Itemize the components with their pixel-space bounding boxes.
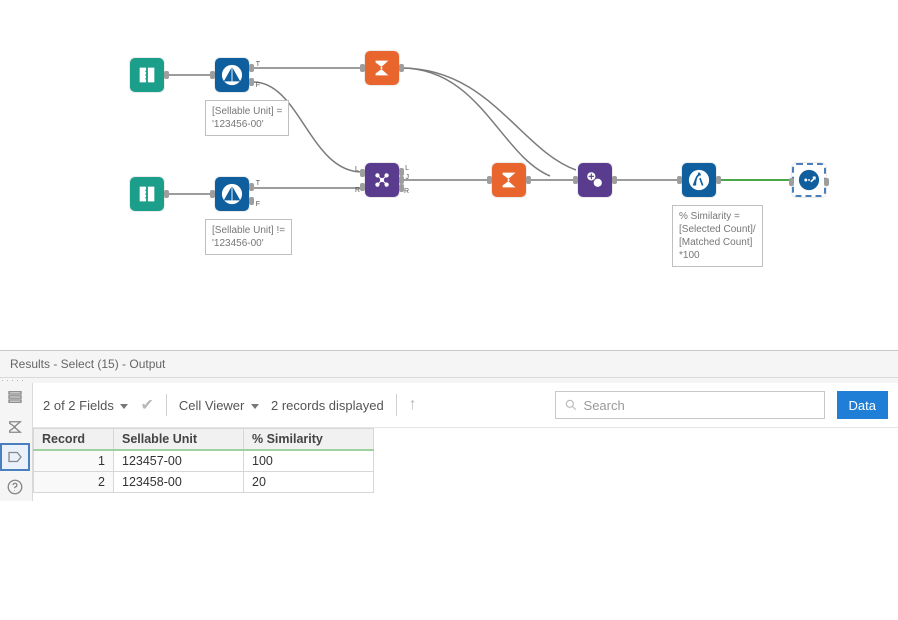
summarize-node-1[interactable]	[365, 51, 399, 85]
connection-lines	[0, 0, 898, 350]
toolbar-separator	[396, 394, 397, 416]
fields-dropdown[interactable]: 2 of 2 Fields	[43, 398, 128, 413]
toolbar-separator	[166, 394, 167, 416]
filter-port-false: F	[256, 82, 260, 89]
join-node[interactable]: L R L J R	[365, 163, 399, 197]
table-header-row: Record Sellable Unit % Similarity	[34, 429, 374, 451]
col-sellable-unit[interactable]: Sellable Unit	[114, 429, 244, 451]
filter-node-1[interactable]: T F	[215, 58, 249, 92]
filter-2-annotation: [Sellable Unit] != '123456-00'	[205, 219, 292, 255]
col-similarity[interactable]: % Similarity	[244, 429, 374, 451]
search-icon	[564, 398, 578, 412]
chevron-down-icon	[120, 404, 128, 409]
records-displayed: 2 records displayed	[271, 398, 384, 413]
workflow-canvas[interactable]: T F [Sellable Unit] = '123456-00' T F [S…	[0, 0, 898, 350]
fields-label: 2 of 2 Fields	[43, 398, 114, 413]
sidebar-btn-tag[interactable]	[0, 443, 30, 471]
filter-1-annotation: [Sellable Unit] = '123456-00'	[205, 100, 289, 136]
up-arrow-icon[interactable]: ↑	[409, 396, 417, 414]
results-grid[interactable]: Record Sellable Unit % Similarity 1 1234…	[33, 428, 374, 493]
input-data-node-2[interactable]	[130, 177, 164, 211]
search-input[interactable]: Search	[555, 391, 825, 419]
sidebar-btn-rows[interactable]	[0, 383, 30, 411]
results-pane: Results - Select (15) - Output 2 of 2 Fi…	[0, 350, 898, 501]
filter-port-true: T	[256, 180, 260, 187]
results-header: Results - Select (15) - Output	[0, 351, 898, 378]
cell-sellable-unit: 123458-00	[114, 472, 244, 493]
select-node[interactable]	[578, 163, 612, 197]
cell-similarity: 20	[244, 472, 374, 493]
sidebar-btn-help[interactable]	[0, 473, 30, 501]
sidebar-btn-sigma[interactable]	[0, 413, 30, 441]
cellviewer-label: Cell Viewer	[179, 398, 245, 413]
results-sidebar	[0, 383, 32, 501]
summarize-node-2[interactable]	[492, 163, 526, 197]
filter-port-false: F	[256, 201, 260, 208]
results-toolbar: 2 of 2 Fields ✔ Cell Viewer 2 records di…	[33, 383, 898, 428]
table-row[interactable]: 2 123458-00 20	[34, 472, 374, 493]
cell-sellable-unit: 123457-00	[114, 450, 244, 472]
cell-similarity: 100	[244, 450, 374, 472]
cell-record: 1	[34, 450, 114, 472]
col-record[interactable]: Record	[34, 429, 114, 451]
filter-node-2[interactable]: T F	[215, 177, 249, 211]
input-data-node-1[interactable]	[130, 58, 164, 92]
formula-node[interactable]	[682, 163, 716, 197]
data-button[interactable]: Data	[837, 391, 888, 419]
table-row[interactable]: 1 123457-00 100	[34, 450, 374, 472]
cellviewer-dropdown[interactable]: Cell Viewer	[179, 398, 259, 413]
chevron-down-icon	[251, 404, 259, 409]
formula-annotation: % Similarity = [Selected Count]/ [Matche…	[672, 205, 763, 267]
cell-record: 2	[34, 472, 114, 493]
browse-node[interactable]	[792, 163, 826, 197]
search-placeholder: Search	[584, 398, 625, 413]
check-icon[interactable]: ✔	[140, 395, 153, 415]
filter-port-true: T	[256, 61, 260, 68]
